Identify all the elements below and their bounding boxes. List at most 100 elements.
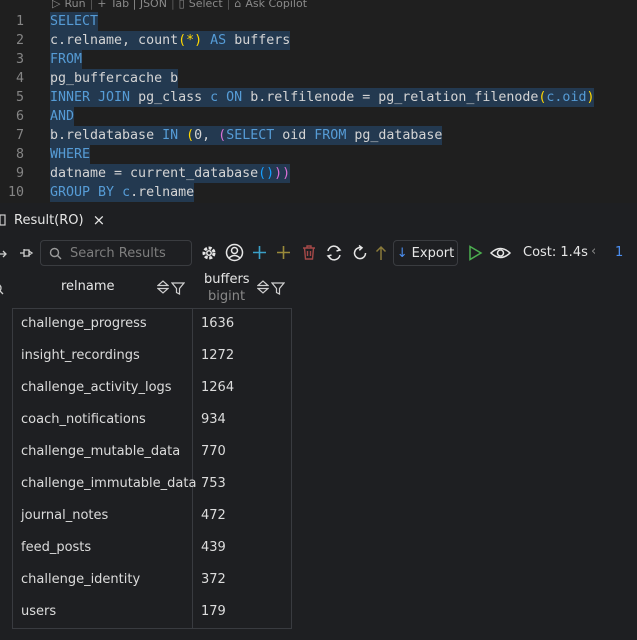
cell-buffers[interactable]: 1636: [201, 308, 234, 340]
table-row[interactable]: challenge_progress 1636: [0, 308, 637, 340]
filter-icon[interactable]: [270, 280, 286, 299]
cell-relname[interactable]: challenge_mutable_data: [21, 436, 180, 468]
arrow-right-icon[interactable]: [0, 246, 8, 265]
pin-icon[interactable]: [18, 245, 34, 265]
reload-icon[interactable]: [351, 244, 369, 266]
search-results-box[interactable]: [40, 240, 192, 266]
code-line[interactable]: 3 FROM: [0, 50, 637, 69]
add-icon[interactable]: +: [97, 0, 106, 10]
table-row[interactable]: challenge_identity 372: [0, 564, 637, 596]
table-row[interactable]: journal_notes 472: [0, 500, 637, 532]
tab-result-label: Result(RO): [14, 212, 84, 228]
code-text: b.reldatabase IN (0, (SELECT oid FROM pg…: [50, 126, 443, 145]
cell-relname[interactable]: challenge_progress: [21, 308, 147, 340]
cell-buffers[interactable]: 770: [201, 436, 226, 468]
column-header-buffers[interactable]: buffers bigint: [204, 271, 250, 305]
table-row[interactable]: insight_recordings 1272: [0, 340, 637, 372]
grid-header: relname buffers bigint: [0, 271, 637, 308]
column-name: buffers: [204, 272, 250, 287]
gear-icon[interactable]: [200, 244, 218, 266]
code-line[interactable]: 5 INNER JOIN pg_class c ON b.relfilenode…: [0, 88, 637, 107]
run-icon[interactable]: [467, 245, 483, 265]
table-row[interactable]: challenge_mutable_data 770: [0, 436, 637, 468]
line-number: 3: [15, 52, 24, 67]
table-row[interactable]: coach_notifications 934: [0, 404, 637, 436]
code-text: pg_buffercache b: [50, 69, 179, 88]
line-number: 10: [7, 185, 24, 200]
code-line[interactable]: 4 pg_buffercache b: [0, 69, 637, 88]
code-text: WHERE: [50, 145, 91, 164]
sort-icon[interactable]: [156, 279, 170, 298]
codelens-separator: |: [226, 0, 231, 10]
cell-relname[interactable]: users: [21, 596, 56, 628]
search-input[interactable]: [68, 244, 182, 262]
cell-buffers[interactable]: 753: [201, 468, 226, 500]
codelens-separator: |: [170, 0, 175, 10]
line-number: 9: [15, 166, 24, 181]
query-cost: Cost: 1.4s: [523, 245, 588, 260]
line-number: 1: [15, 14, 24, 29]
delete-icon[interactable]: [301, 244, 317, 265]
code-line[interactable]: 1 SELECT: [0, 12, 637, 31]
cell-buffers[interactable]: 372: [201, 564, 226, 596]
codelens-separator: |: [89, 0, 94, 10]
cell-relname[interactable]: journal_notes: [21, 500, 108, 532]
code-line[interactable]: 10 GROUP BY c.relname: [0, 183, 637, 202]
add-row-icon[interactable]: [252, 245, 267, 264]
code-line[interactable]: 8 WHERE: [0, 145, 637, 164]
result-rows: challenge_progress 1636 insight_recordin…: [0, 308, 637, 628]
sql-editor[interactable]: ▷ Run | + Tab | JSON | ▯ Select | ⌂ Ask …: [0, 0, 637, 203]
cell-relname[interactable]: challenge_activity_logs: [21, 372, 172, 404]
code-line[interactable]: 6 AND: [0, 107, 637, 126]
cell-buffers[interactable]: 472: [201, 500, 226, 532]
copy-icon[interactable]: ▯: [179, 0, 185, 10]
code-text: FROM: [50, 50, 83, 69]
cell-buffers[interactable]: 1264: [201, 372, 234, 404]
filter-icon[interactable]: [170, 280, 186, 299]
export-label: Export: [411, 245, 455, 261]
codelens-ask-copilot[interactable]: Ask Copilot: [245, 0, 307, 10]
cell-buffers[interactable]: 934: [201, 404, 226, 436]
cell-relname[interactable]: challenge_identity: [21, 564, 140, 596]
cell-buffers[interactable]: 439: [201, 532, 226, 564]
code-text: datname = current_database())): [50, 164, 291, 183]
table-row[interactable]: feed_posts 439: [0, 532, 637, 564]
cell-relname[interactable]: challenge_immutable_data: [21, 468, 196, 500]
run-icon[interactable]: ▷: [52, 0, 60, 10]
sort-icon[interactable]: [256, 279, 270, 298]
table-icon: [0, 213, 10, 227]
codelens-bar: ▷ Run | + Tab | JSON | ▯ Select | ⌂ Ask …: [52, 0, 307, 10]
copilot-icon[interactable]: ⌂: [234, 0, 241, 10]
line-number: 5: [15, 90, 24, 105]
line-number: 7: [15, 128, 24, 143]
line-number: 4: [15, 71, 24, 86]
chevron-left-icon[interactable]: ‹: [591, 244, 596, 259]
codelens-select[interactable]: Select: [189, 0, 223, 10]
codelens-tab-json[interactable]: Tab | JSON: [111, 0, 167, 10]
code-line[interactable]: 7 b.reldatabase IN (0, (SELECT oid FROM …: [0, 126, 637, 145]
duplicate-row-icon[interactable]: [276, 245, 291, 264]
export-button[interactable]: ↓ Export: [393, 240, 458, 266]
tab-result[interactable]: Result(RO) ×: [0, 203, 106, 239]
eye-icon[interactable]: [489, 245, 512, 265]
column-header-relname[interactable]: relname: [61, 279, 115, 294]
cell-buffers[interactable]: 179: [201, 596, 226, 628]
search-column-icon[interactable]: [0, 281, 6, 300]
code-text: GROUP BY c.relname: [50, 183, 195, 202]
table-row[interactable]: challenge_immutable_data 753: [0, 468, 637, 500]
table-row[interactable]: users 179: [0, 596, 637, 628]
close-icon[interactable]: ×: [93, 211, 106, 229]
arrow-up-icon[interactable]: [375, 245, 387, 265]
cell-buffers[interactable]: 1272: [201, 340, 234, 372]
code-line[interactable]: 2 c.relname, count(*) AS buffers: [0, 31, 637, 50]
table-row[interactable]: challenge_activity_logs 1264: [0, 372, 637, 404]
refresh-icon[interactable]: [325, 244, 343, 266]
codelens-run[interactable]: Run: [64, 0, 85, 10]
code-text: AND: [50, 107, 75, 126]
cell-relname[interactable]: insight_recordings: [21, 340, 140, 372]
cell-relname[interactable]: coach_notifications: [21, 404, 146, 436]
cell-relname[interactable]: feed_posts: [21, 532, 91, 564]
page-number[interactable]: 1: [615, 245, 623, 260]
code-line[interactable]: 9 datname = current_database())): [0, 164, 637, 183]
user-icon[interactable]: [225, 243, 244, 266]
